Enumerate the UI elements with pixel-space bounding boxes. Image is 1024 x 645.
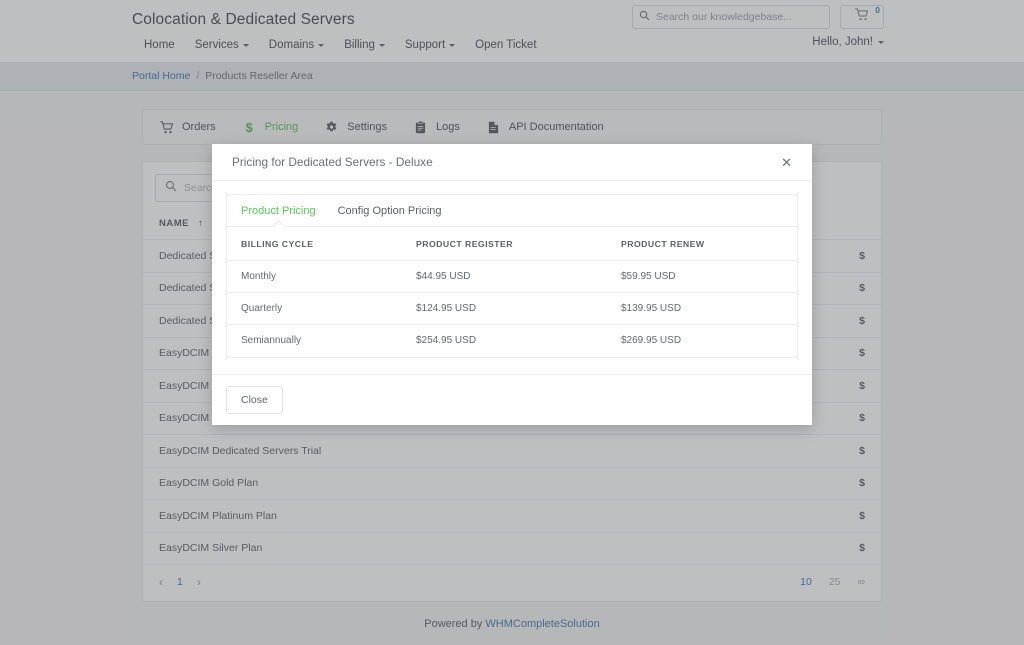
product-renew-cell: $139.95 USD: [607, 292, 797, 325]
product-register-cell: $44.95 USD: [402, 260, 607, 293]
pricing-table-row: Semiannually $254.95 USD $269.95 USD: [227, 325, 797, 357]
product-renew-cell: $59.95 USD: [607, 260, 797, 293]
modal-tab-config-option-pricing[interactable]: Config Option Pricing: [338, 205, 442, 226]
close-icon[interactable]: ✕: [781, 156, 792, 169]
modal-title: Pricing for Dedicated Servers - Deluxe: [232, 155, 433, 169]
modal-header: Pricing for Dedicated Servers - Deluxe ✕: [212, 144, 812, 181]
close-button[interactable]: Close: [226, 386, 283, 414]
pricing-table-row: Monthly $44.95 USD $59.95 USD: [227, 260, 797, 293]
pricing-modal: Pricing for Dedicated Servers - Deluxe ✕…: [212, 144, 812, 425]
pricing-table-row: Quarterly $124.95 USD $139.95 USD: [227, 292, 797, 325]
pricing-column-header: BILLING CYCLE: [227, 227, 402, 261]
pricing-column-header: PRODUCT REGISTER: [402, 227, 607, 261]
pricing-panel: Product Pricing Config Option Pricing BIL…: [226, 194, 798, 358]
billing-cycle-cell: Quarterly: [227, 292, 402, 325]
pricing-column-header: PRODUCT RENEW: [607, 227, 797, 261]
billing-cycle-cell: Semiannually: [241, 335, 302, 347]
product-register-cell: $254.95 USD: [416, 335, 477, 347]
pricing-table: BILLING CYCLE PRODUCT REGISTER PRODUCT REN…: [227, 227, 797, 357]
product-renew-cell: $269.95 USD: [621, 335, 682, 347]
modal-tab-bar: Product Pricing Config Option Pricing: [227, 195, 797, 233]
modal-body: Product Pricing Config Option Pricing BIL…: [212, 181, 812, 358]
pricing-table-header-row: BILLING CYCLE PRODUCT REGISTER PRODUCT REN…: [227, 227, 797, 261]
modal-footer: Close: [212, 374, 812, 425]
product-register-cell: $124.95 USD: [402, 292, 607, 325]
billing-cycle-cell: Monthly: [227, 260, 402, 293]
